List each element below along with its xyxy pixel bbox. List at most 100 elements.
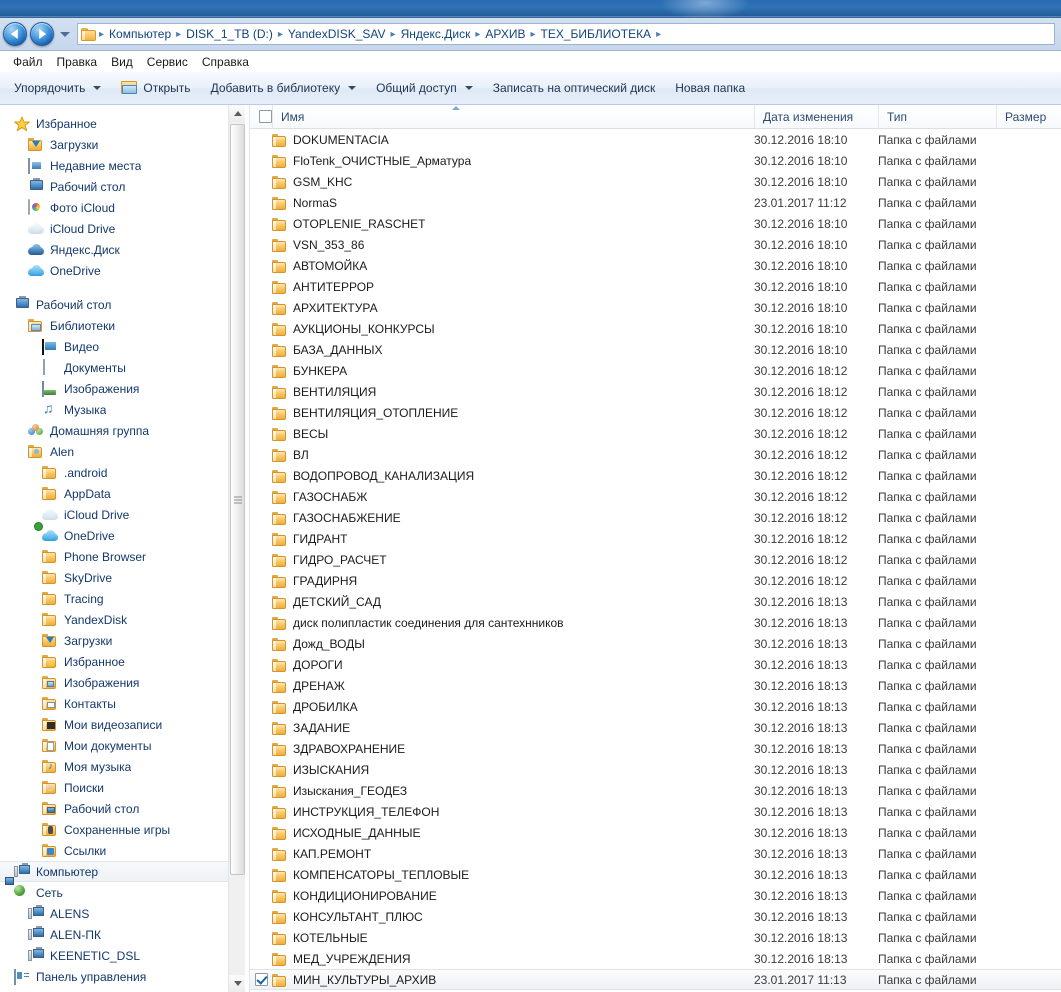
column-header-size[interactable]: Размер [996, 105, 1061, 128]
sidebar-item-ссылки[interactable]: Ссылки [0, 840, 245, 861]
column-header-type[interactable]: Тип [878, 105, 996, 128]
scroll-down-icon[interactable] [229, 975, 245, 992]
table-row[interactable]: VSN_353_86 30.12.2016 18:10 Папка с файлам… [250, 234, 1061, 255]
table-row[interactable]: ЗАДАНИЕ 30.12.2016 18:13 Папка с файлами [250, 717, 1061, 738]
sidebar-item-keenetic-dsl[interactable]: KEENETIC_DSL [0, 945, 245, 966]
table-row[interactable]: ДЕТСКИЙ_САД 30.12.2016 18:13 Папка с файла… [250, 591, 1061, 612]
sidebar-item-tracing[interactable]: Tracing [0, 588, 245, 609]
toolbar-button-1[interactable]: Открыть [111, 76, 200, 100]
toolbar-button-5[interactable]: Новая папка [665, 76, 755, 100]
menu-item-1[interactable]: Правка [50, 53, 105, 71]
sidebar-item-icloud-drive[interactable]: iCloud Drive [0, 218, 245, 239]
sidebar-item-недавние-места[interactable]: Недавние места [0, 155, 245, 176]
table-row[interactable]: ГИДРАНТ 30.12.2016 18:12 Папка с файлами [250, 528, 1061, 549]
table-row[interactable]: МИН_КУЛЬТУРЫ_АРХИВ 23.01.2017 11:13 Папка … [250, 969, 1061, 990]
table-row[interactable]: GSM_KHC 30.12.2016 18:10 Папка с файлами [250, 171, 1061, 192]
table-row[interactable]: ЗДРАВОХРАНЕНИЕ 30.12.2016 18:13 Папка с фа… [250, 738, 1061, 759]
table-row[interactable]: АРХИТЕКТУРА 30.12.2016 18:10 Папка с файла… [250, 297, 1061, 318]
sidebar-item-рабочий-стол[interactable]: Рабочий стол [0, 294, 245, 315]
sidebar-item-изображения[interactable]: Изображения [0, 672, 245, 693]
sidebar-item-yandexdisk[interactable]: YandexDisk [0, 609, 245, 630]
table-row[interactable]: БУНКЕРА 30.12.2016 18:12 Папка с файлами [250, 360, 1061, 381]
table-row[interactable]: АНТИТЕРРОР 30.12.2016 18:10 Папка с файлам… [250, 276, 1061, 297]
table-row[interactable]: АВТОМОЙКА 30.12.2016 18:10 Папка с файлами [250, 255, 1061, 276]
column-header-checkbox[interactable] [250, 105, 272, 128]
menu-item-4[interactable]: Справка [195, 53, 256, 71]
sidebar-item-сохраненные-игры[interactable]: Сохраненные игры [0, 819, 245, 840]
breadcrumb-item-1[interactable]: DISK_1_TB (D:) [183, 26, 276, 42]
table-row[interactable]: АУКЦИОНЫ_КОНКУРСЫ 30.12.2016 18:10 Папка с… [250, 318, 1061, 339]
toolbar-button-2[interactable]: Добавить в библиотеку [201, 76, 367, 100]
table-row[interactable]: NormaS 23.01.2017 11:12 Папка с файлами [250, 192, 1061, 213]
sidebar-item-загрузки[interactable]: Загрузки [0, 630, 245, 651]
sidebar-scrollbar-thumb[interactable] [230, 124, 245, 875]
sidebar-item-onedrive[interactable]: OneDrive [0, 521, 245, 546]
menu-item-0[interactable]: Файл [6, 53, 50, 71]
sidebar-item-музыка[interactable]: Музыка [0, 399, 245, 420]
breadcrumb-item-2[interactable]: YandexDISK_SAV [285, 26, 389, 42]
table-row[interactable]: ВЛ 30.12.2016 18:12 Папка с файлами [250, 444, 1061, 465]
sidebar-item-фото-icloud[interactable]: Фото iCloud [0, 197, 245, 218]
sidebar-item-избранное[interactable]: ★ Избранное [0, 651, 245, 672]
back-button[interactable] [3, 22, 27, 46]
sidebar-item-домашняя-группа[interactable]: Домашняя группа [0, 420, 245, 441]
sidebar-item-избранное[interactable]: Избранное [0, 113, 245, 134]
sidebar-item-рабочий-стол[interactable]: Рабочий стол [0, 798, 245, 819]
table-row[interactable]: ВЕНТИЛЯЦИЯ 30.12.2016 18:12 Папка с файлам… [250, 381, 1061, 402]
scroll-up-icon[interactable] [229, 105, 245, 122]
sidebar-item-панель-управления[interactable]: Панель управления [0, 966, 245, 987]
sidebar-item-поиски[interactable]: Поиски [0, 777, 245, 798]
table-row[interactable]: OTOPLENIE_RASCHET 30.12.2016 18:10 Папка с… [250, 213, 1061, 234]
table-row[interactable]: ДОРОГИ 30.12.2016 18:13 Папка с файлами [250, 654, 1061, 675]
sidebar-item-alens[interactable]: ALENS [0, 903, 245, 924]
select-all-checkbox[interactable] [258, 110, 272, 123]
table-row[interactable]: ВОДОПРОВОД_КАНАЛИЗАЦИЯ 30.12.2016 18:12 Па… [250, 465, 1061, 486]
breadcrumb-item-3[interactable]: Яндекс.Диск [398, 26, 474, 42]
row-checkbox[interactable] [254, 973, 268, 986]
table-row[interactable]: МЕД_УЧРЕЖДЕНИЯ 30.12.2016 18:13 Папка с фа… [250, 948, 1061, 969]
sidebar-item-phone-browser[interactable]: Phone Browser [0, 546, 245, 567]
menu-item-2[interactable]: Вид [104, 53, 140, 71]
menu-item-3[interactable]: Сервис [140, 53, 195, 71]
sidebar-item-мои-документы[interactable]: Мои документы [0, 735, 245, 756]
sidebar-item-библиотеки[interactable]: Библиотеки [0, 315, 245, 336]
sidebar-item-мои-видеозаписи[interactable]: Мои видеозаписи [0, 714, 245, 735]
breadcrumb-item-5[interactable]: ТЕХ_БИБЛИОТЕКА [538, 26, 655, 42]
table-row[interactable]: КОНСУЛЬТАНТ_ПЛЮС 30.12.2016 18:13 Папка с … [250, 906, 1061, 927]
sidebar-item-onedrive[interactable]: OneDrive [0, 260, 245, 281]
row-checkbox-cell[interactable] [250, 973, 272, 986]
sidebar-item-видео[interactable]: Видео [0, 336, 245, 357]
sidebar-item-appdata[interactable]: AppData [0, 483, 245, 504]
table-row[interactable]: Дожд_ВОДЫ 30.12.2016 18:13 Папка с файлами [250, 633, 1061, 654]
forward-button[interactable] [30, 22, 54, 46]
sidebar-item-документы[interactable]: Документы [0, 357, 245, 378]
sidebar-item-компьютер[interactable]: Компьютер [0, 861, 245, 882]
breadcrumb-item-0[interactable]: Компьютер [106, 26, 174, 42]
sidebar-item-загрузки[interactable]: Загрузки [0, 134, 245, 155]
toolbar-button-0[interactable]: Упорядочить [4, 76, 111, 100]
sidebar-item-контакты[interactable]: Контакты [0, 693, 245, 714]
sidebar-item-android[interactable]: .android [0, 462, 245, 483]
sidebar-item-моя-музыка[interactable]: ♪ Моя музыка [0, 756, 245, 777]
breadcrumb-item-4[interactable]: АРХИВ [482, 26, 528, 42]
table-row[interactable]: КАП.РЕМОНТ 30.12.2016 18:13 Папка с файлам… [250, 843, 1061, 864]
sidebar-scrollbar[interactable] [228, 105, 245, 992]
table-row[interactable]: ИСХОДНЫЕ_ДАННЫЕ 30.12.2016 18:13 Папка с ф… [250, 822, 1061, 843]
address-bar[interactable]: ▸ Компьютер ▸ DISK_1_TB (D:) ▸ YandexDIS… [77, 23, 1055, 45]
table-row[interactable]: КОНДИЦИОНИРОВАНИЕ 30.12.2016 18:13 Папка с… [250, 885, 1061, 906]
sidebar-item-skydrive[interactable]: SkyDrive [0, 567, 245, 588]
table-row[interactable]: БАЗА_ДАННЫХ 30.12.2016 18:10 Папка с файла… [250, 339, 1061, 360]
table-row[interactable]: диск полипластик соединения для сантехнн… [250, 612, 1061, 633]
column-header-name[interactable]: Имя [272, 105, 754, 128]
sidebar-item-alen[interactable]: Alen [0, 441, 245, 462]
table-row[interactable]: ГРАДИРНЯ 30.12.2016 18:12 Папка с файлами [250, 570, 1061, 591]
toolbar-button-4[interactable]: Записать на оптический диск [483, 76, 666, 100]
sidebar-item-сеть[interactable]: Сеть [0, 876, 245, 903]
toolbar-button-3[interactable]: Общий доступ [366, 76, 483, 100]
table-row[interactable]: ДРЕНАЖ 30.12.2016 18:13 Папка с файлами [250, 675, 1061, 696]
column-header-date[interactable]: Дата изменения [754, 105, 878, 128]
chevron-down-icon[interactable] [58, 22, 72, 46]
table-row[interactable]: КОТЕЛЬНЫЕ 30.12.2016 18:13 Папка с файлами [250, 927, 1061, 948]
sidebar-item-яндекс-диск[interactable]: Яндекс.Диск [0, 239, 245, 260]
table-row[interactable]: DOKUMENTACIA 30.12.2016 18:10 Папка с файл… [250, 129, 1061, 150]
